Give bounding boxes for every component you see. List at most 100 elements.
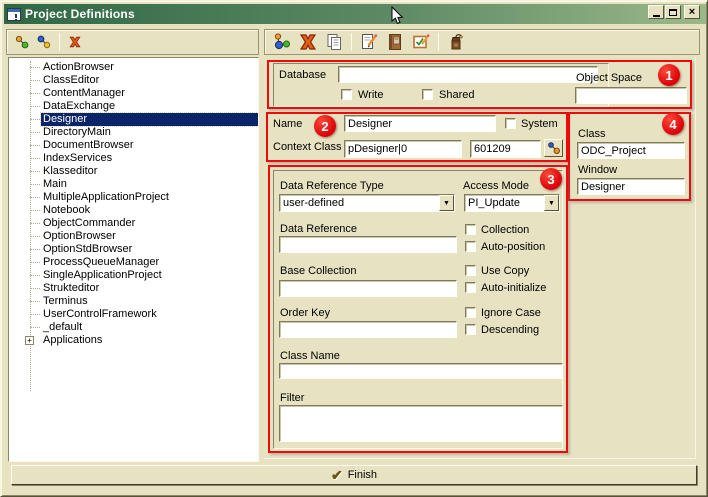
tree-connector: [30, 145, 40, 146]
database-input[interactable]: [338, 66, 598, 83]
auto-initialize-checkbox[interactable]: [465, 282, 476, 293]
maximize-button[interactable]: [665, 5, 681, 19]
edit-image-icon[interactable]: [411, 32, 431, 52]
tree-item[interactable]: SingleApplicationProject: [9, 269, 258, 282]
tree-item[interactable]: ActionBrowser: [9, 61, 258, 74]
tree-item[interactable]: DataExchange: [9, 100, 258, 113]
tree-item[interactable]: Main: [9, 178, 258, 191]
toolbar-separator: [351, 33, 352, 51]
tree-item[interactable]: Terminus: [9, 295, 258, 308]
data-reference-type-select[interactable]: user-defined ▼: [279, 194, 455, 212]
toolbar-separator: [59, 33, 60, 51]
window-input[interactable]: [577, 178, 685, 195]
edit-document-icon[interactable]: [359, 32, 379, 52]
tree-item-label: Klasseditor: [41, 165, 99, 178]
order-key-input[interactable]: [279, 321, 457, 338]
tree-item-label: Applications: [41, 334, 104, 347]
tree-item-label: MultipleApplicationProject: [41, 191, 171, 204]
tree-item[interactable]: ContentManager: [9, 87, 258, 100]
context-id-input[interactable]: [470, 140, 541, 158]
tree-item[interactable]: Klasseditor: [9, 165, 258, 178]
delete-icon[interactable]: [67, 34, 83, 50]
context-lookup-button[interactable]: [544, 139, 563, 157]
copy-icon[interactable]: [324, 32, 344, 52]
tree-item-label: ActionBrowser: [41, 61, 116, 74]
tree-item[interactable]: ObjectCommander: [9, 217, 258, 230]
tree-connector: [30, 119, 40, 120]
project-definitions-window: Project Definitions ×: [0, 0, 708, 497]
tree-connector: [30, 262, 40, 263]
expand-plus-icon[interactable]: +: [25, 336, 34, 345]
minimize-button[interactable]: [648, 5, 664, 19]
project-tree[interactable]: ActionBrowser ClassEditor ContentManager…: [8, 57, 259, 462]
data-reference-label: Data Reference: [280, 223, 357, 235]
tree-item[interactable]: IndexServices: [9, 152, 258, 165]
finish-button[interactable]: ✔ Finish: [11, 465, 697, 485]
tree-item-label: ContentManager: [41, 87, 127, 100]
tree-connector: [30, 288, 40, 289]
tree-item-label: Main: [41, 178, 69, 191]
base-collection-input[interactable]: [279, 280, 457, 297]
tree-item[interactable]: Strukteditor: [9, 282, 258, 295]
collection-label: Collection: [481, 224, 529, 236]
new-object-icon[interactable]: [14, 34, 30, 50]
minimize-icon: [653, 15, 660, 17]
access-mode-label: Access Mode: [463, 180, 529, 192]
use-copy-checkbox[interactable]: [465, 265, 476, 276]
delete-icon[interactable]: [298, 32, 318, 52]
tree-item[interactable]: _default: [9, 321, 258, 334]
tree-item[interactable]: MultipleApplicationProject: [9, 191, 258, 204]
catalog-book-icon[interactable]: [385, 32, 405, 52]
tree-connector: [30, 171, 40, 172]
context-class-input[interactable]: [344, 140, 462, 158]
base-collection-label: Base Collection: [280, 265, 356, 277]
shared-label: Shared: [439, 89, 474, 101]
collection-checkbox[interactable]: [465, 224, 476, 235]
close-button[interactable]: ×: [684, 5, 700, 19]
auto-position-checkbox[interactable]: [465, 241, 476, 252]
grinder-icon[interactable]: [446, 32, 466, 52]
chevron-down-icon[interactable]: ▼: [439, 195, 454, 211]
tree-item[interactable]: DocumentBrowser: [9, 139, 258, 152]
tree-item-selected[interactable]: Designer: [9, 113, 258, 126]
filter-textarea[interactable]: [279, 405, 563, 442]
tree-item[interactable]: OptionStdBrowser: [9, 243, 258, 256]
shared-checkbox[interactable]: [422, 89, 433, 100]
tree-item-label: OptionBrowser: [41, 230, 118, 243]
ignore-case-checkbox[interactable]: [465, 307, 476, 318]
auto-initialize-label: Auto-initialize: [481, 282, 546, 294]
data-reference-input[interactable]: [279, 236, 457, 253]
filter-label: Filter: [280, 392, 304, 404]
new-object-icon[interactable]: [272, 32, 292, 52]
object-space-input[interactable]: [575, 87, 687, 104]
toolbar-separator: [438, 33, 439, 51]
name-input[interactable]: [344, 115, 496, 132]
tree-item-label: ObjectCommander: [41, 217, 137, 230]
chevron-down-icon[interactable]: ▼: [544, 195, 559, 211]
class-input[interactable]: [577, 142, 685, 159]
descending-checkbox[interactable]: [465, 324, 476, 335]
class-label: Class: [578, 128, 606, 140]
tree-item[interactable]: OptionBrowser: [9, 230, 258, 243]
write-label: Write: [358, 89, 383, 101]
write-checkbox[interactable]: [341, 89, 352, 100]
tree-item-label: UserControlFramework: [41, 308, 159, 321]
context-class-label: Context Class: [273, 141, 341, 153]
link-objects-icon[interactable]: [36, 34, 52, 50]
tree-item[interactable]: Notebook: [9, 204, 258, 217]
tree-item-label: _default: [41, 321, 84, 334]
tree-item-applications[interactable]: + Applications: [9, 334, 258, 347]
access-mode-select[interactable]: PI_Update ▼: [464, 194, 560, 212]
tree-item[interactable]: UserControlFramework: [9, 308, 258, 321]
tree-item-label: SingleApplicationProject: [41, 269, 164, 282]
tree-item[interactable]: ProcessQueueManager: [9, 256, 258, 269]
system-checkbox[interactable]: [505, 118, 516, 129]
tree-item[interactable]: DirectoryMain: [9, 126, 258, 139]
tree-connector: [30, 158, 40, 159]
tree-connector: [30, 132, 40, 133]
close-icon: ×: [689, 7, 695, 17]
tree-item[interactable]: ClassEditor: [9, 74, 258, 87]
molecule-lookup-icon: [547, 141, 561, 155]
tree-connector: [30, 93, 40, 94]
class-name-input[interactable]: [279, 363, 563, 379]
